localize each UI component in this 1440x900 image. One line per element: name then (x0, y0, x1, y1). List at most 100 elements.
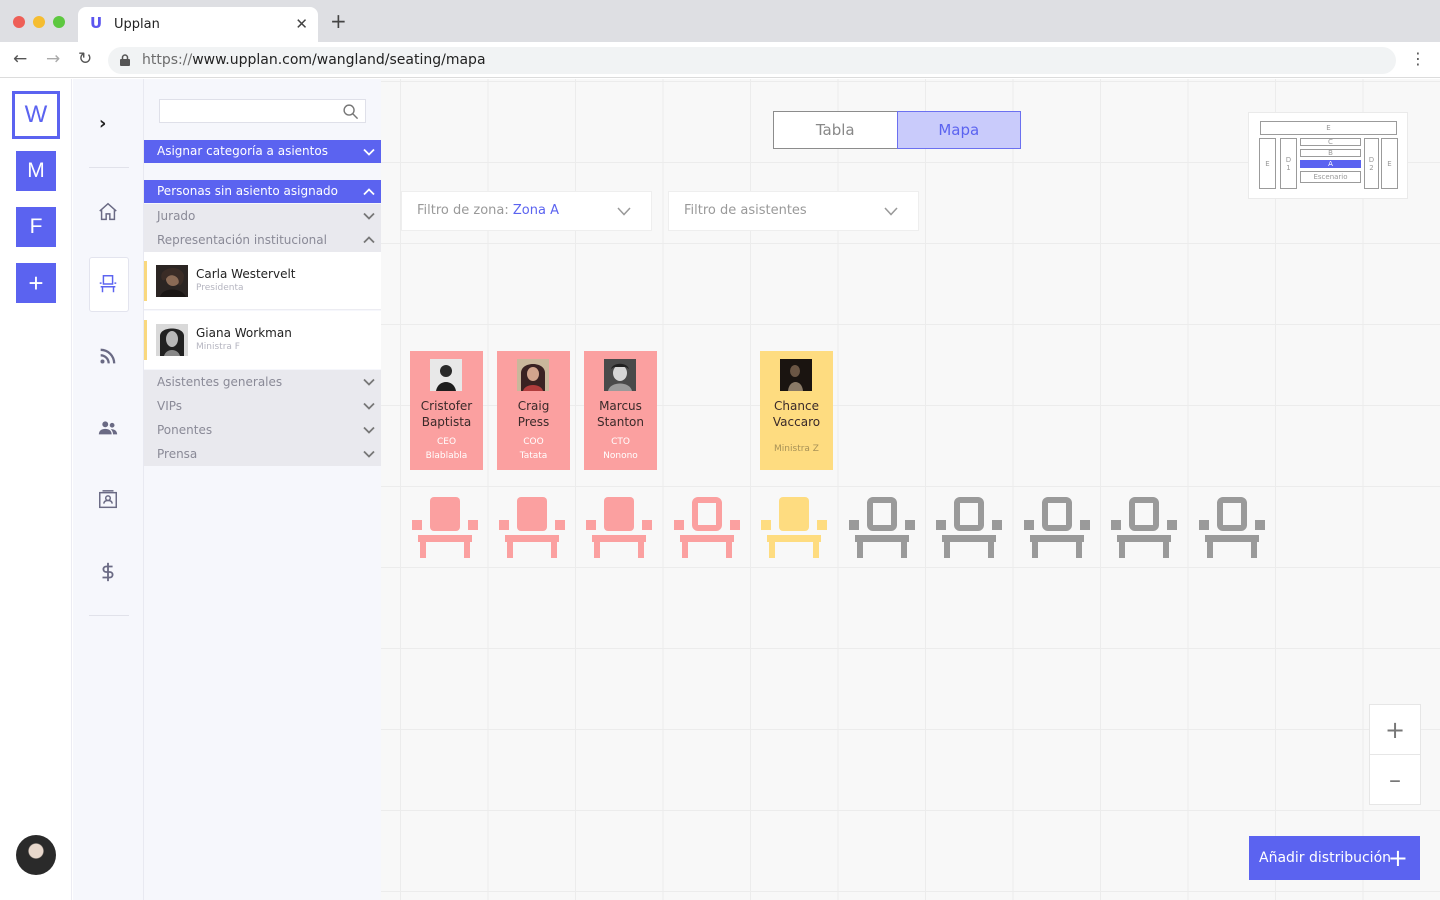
unassigned-section-header[interactable]: Personas sin asiento asignado (144, 180, 381, 203)
minimap-stage: Escenario (1300, 171, 1361, 183)
workspace-f[interactable]: F (16, 207, 56, 247)
zoom-controls: + – (1369, 704, 1421, 805)
group-asistentes-generales[interactable]: Asistentes generales (144, 370, 381, 394)
minimap-zone-d1[interactable]: D1 (1280, 138, 1297, 189)
maximize-window-button[interactable] (53, 16, 65, 28)
person-name: Carla Westervelt (196, 267, 296, 281)
seat-icon[interactable] (1109, 497, 1179, 561)
dollar-icon[interactable] (97, 561, 119, 583)
seated-attendee-card[interactable]: Marcus Stanton CTO Nonono (584, 351, 657, 470)
attendee-org: Nonono (603, 451, 638, 461)
group-label: Representación institucional (157, 233, 327, 247)
reload-icon[interactable]: ↻ (78, 50, 92, 68)
seat-icon[interactable] (1197, 497, 1267, 561)
seat-icon[interactable] (584, 497, 654, 561)
attendee-first-name: Chance (774, 399, 819, 413)
chevron-down-icon (363, 426, 375, 434)
seat-icon[interactable] (847, 497, 917, 561)
avatar (780, 359, 812, 391)
minimap-zone-e-top[interactable]: E (1260, 121, 1397, 135)
person-carla-westervelt[interactable]: Carla Westervelt Presidenta (144, 252, 381, 310)
venue-minimap[interactable]: E E D1 C B A Escenario D2 E (1248, 112, 1408, 199)
group-prensa[interactable]: Prensa (144, 442, 381, 466)
group-vips[interactable]: VIPs (144, 394, 381, 418)
tab-mapa[interactable]: Mapa (896, 111, 1021, 149)
seat-icon[interactable] (497, 497, 567, 561)
search-input[interactable] (159, 99, 366, 123)
contact-card-icon[interactable] (97, 489, 119, 511)
minimap-zone-b[interactable]: B (1300, 149, 1361, 157)
expand-chevron-icon[interactable]: › (99, 113, 106, 134)
seat-icon[interactable] (97, 273, 119, 295)
address-bar: ← → ↻ https://www.upplan.com/wangland/se… (0, 42, 1440, 78)
group-label: Ponentes (157, 423, 213, 437)
back-icon[interactable]: ← (13, 50, 27, 68)
attendee-first-name: Cristofer (420, 399, 473, 413)
seat-icon[interactable] (759, 497, 829, 561)
forward-icon[interactable]: → (46, 50, 60, 68)
browser-menu-icon[interactable]: ⋮ (1410, 51, 1426, 67)
workspace-m[interactable]: M (16, 151, 56, 191)
minimap-zone-e-left[interactable]: E (1259, 138, 1276, 189)
new-tab-button[interactable]: + (330, 11, 347, 31)
assign-category-label: Asignar categoría a asientos (157, 144, 328, 158)
workspace-w[interactable]: W (12, 91, 60, 139)
workspace-rail: W M F + (0, 79, 72, 900)
minimap-zone-a[interactable]: A (1300, 160, 1361, 168)
url-text: https://www.upplan.com/wangland/seating/… (142, 52, 486, 68)
url-field[interactable]: https://www.upplan.com/wangland/seating/… (108, 47, 1396, 74)
chevron-down-icon (363, 212, 375, 220)
chevron-up-icon (363, 236, 375, 244)
chevron-down-icon (363, 378, 375, 386)
zone-filter-value: Zona A (512, 203, 559, 218)
close-window-button[interactable] (13, 16, 25, 28)
seat-icon[interactable] (410, 497, 480, 561)
seated-attendee-card[interactable]: Chance Vaccaro Ministra Z (760, 351, 833, 470)
chevron-up-icon (363, 188, 375, 196)
assign-category-dropdown[interactable]: Asignar categoría a asientos (144, 140, 381, 163)
minimap-zone-c[interactable]: C (1300, 138, 1361, 146)
seating-map-canvas[interactable]: Tabla Mapa Filtro de zona: Zona A Filtro… (381, 79, 1440, 900)
seated-attendee-card[interactable]: Cristofer Baptista CEO Blablabla (410, 351, 483, 470)
chevron-down-icon (617, 207, 631, 216)
attendee-role: COO (523, 437, 544, 447)
seat-icon[interactable] (934, 497, 1004, 561)
user-avatar[interactable] (16, 835, 56, 875)
browser-tabbar: U Upplan ✕ + (0, 0, 1440, 42)
upplan-logo-icon: U (90, 14, 103, 32)
browser-tab[interactable]: U Upplan ✕ (78, 7, 318, 42)
group-label: Jurado (157, 209, 196, 223)
seated-attendee-card[interactable]: Craig Press COO Tatata (497, 351, 570, 470)
avatar (156, 324, 188, 356)
add-workspace-button[interactable]: + (16, 263, 56, 303)
group-ponentes[interactable]: Ponentes (144, 418, 381, 442)
group-representacion[interactable]: Representación institucional (144, 228, 381, 252)
minimap-zone-d2[interactable]: D2 (1364, 138, 1379, 189)
rss-icon[interactable] (97, 345, 119, 367)
attendee-filter-dropdown[interactable]: Filtro de asistentes (668, 191, 919, 231)
people-icon[interactable] (97, 417, 119, 439)
attendee-panel: Asignar categoría a asientos Personas si… (144, 79, 381, 900)
home-icon[interactable] (97, 201, 119, 223)
group-jurado[interactable]: Jurado (144, 204, 381, 228)
search-icon[interactable] (342, 103, 359, 120)
person-giana-workman[interactable]: Giana Workman Ministra F (144, 311, 381, 369)
zoom-in-button[interactable]: + (1370, 705, 1420, 755)
chevron-down-icon (884, 207, 898, 216)
seat-icon[interactable] (1022, 497, 1092, 561)
minimize-window-button[interactable] (33, 16, 45, 28)
zone-filter-dropdown[interactable]: Filtro de zona: Zona A (401, 191, 652, 231)
plus-icon: + (1387, 844, 1408, 872)
add-distribution-button[interactable]: Añadir distribución + (1249, 836, 1420, 880)
attendee-role: Ministra Z (774, 444, 819, 454)
tab-close-icon[interactable]: ✕ (295, 15, 308, 33)
minimap-zone-e-right[interactable]: E (1381, 138, 1398, 189)
chevron-down-icon (363, 450, 375, 458)
attendee-last-name: Vaccaro (772, 415, 821, 429)
avatar (156, 265, 188, 297)
tab-title: Upplan (114, 17, 160, 32)
zoom-out-button[interactable]: – (1370, 755, 1420, 805)
attendee-first-name: Marcus (599, 399, 642, 413)
seat-icon[interactable] (672, 497, 742, 561)
tab-tabla[interactable]: Tabla (773, 111, 897, 149)
